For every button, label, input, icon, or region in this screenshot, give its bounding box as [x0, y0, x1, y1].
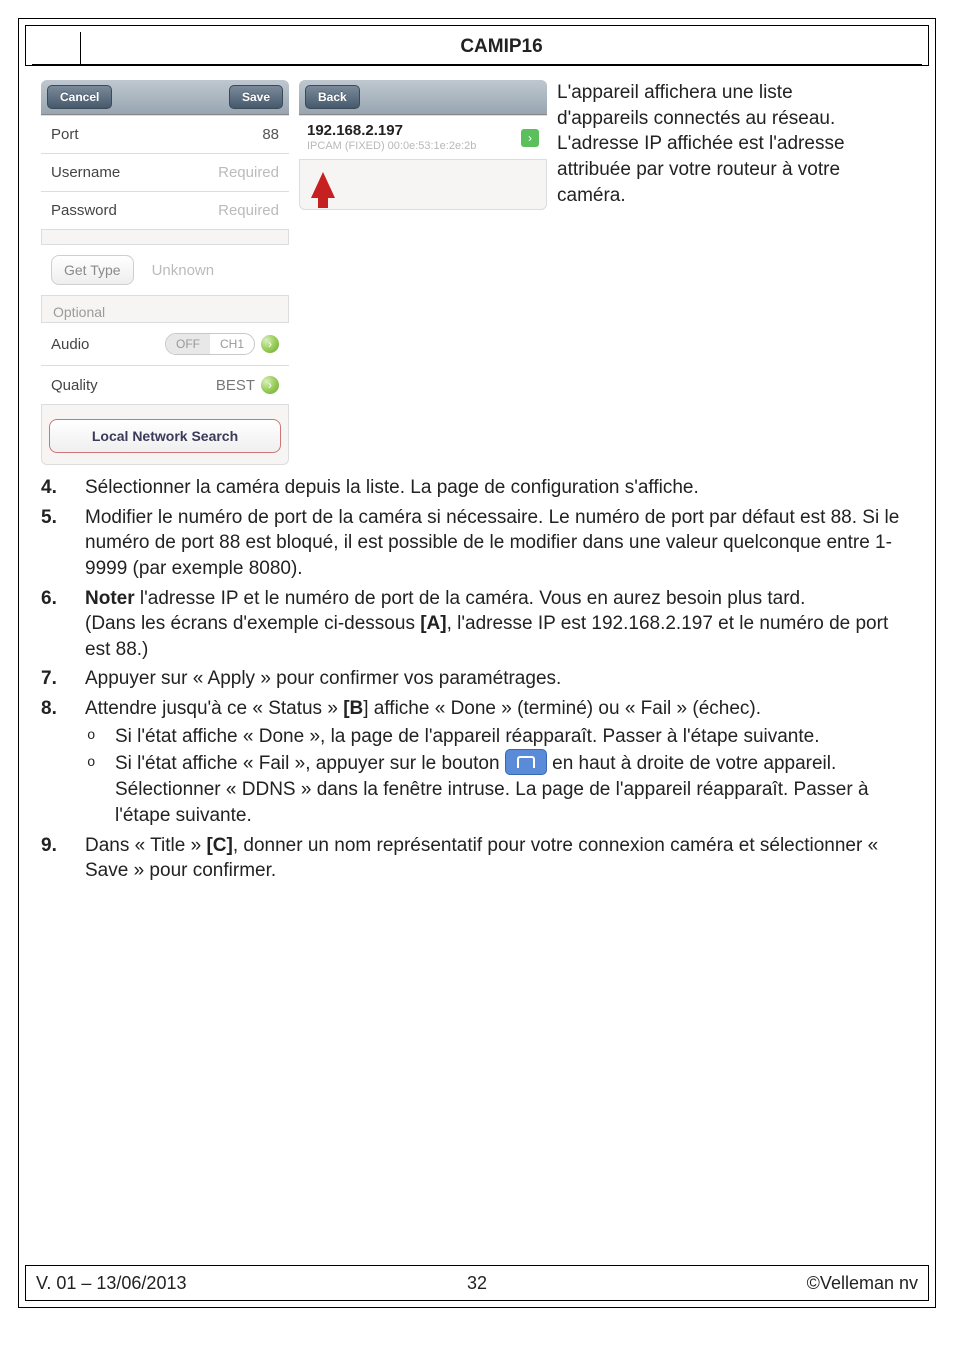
- device-ip: 192.168.2.197: [307, 122, 476, 140]
- chevron-right-icon[interactable]: ›: [261, 376, 279, 394]
- device-mac: IPCAM (FIXED) 00:0e:53:1e:2e:2b: [307, 140, 476, 153]
- get-type-button[interactable]: Get Type: [51, 255, 134, 285]
- intro-text: L'appareil affichera une liste d'apparei…: [557, 80, 887, 208]
- quality-value: BEST: [216, 377, 255, 394]
- local-network-search-button[interactable]: Local Network Search: [49, 419, 281, 453]
- optional-label: Optional: [41, 296, 289, 322]
- footer-page-number: 32: [467, 1273, 487, 1294]
- username-label: Username: [51, 164, 120, 181]
- password-label: Password: [51, 202, 117, 219]
- audio-segmented[interactable]: OFF CH1: [165, 333, 255, 355]
- cancel-button[interactable]: Cancel: [47, 85, 112, 109]
- get-type-value: Unknown: [152, 262, 215, 279]
- ddns-tool-icon: [505, 749, 547, 775]
- username-field[interactable]: Required: [218, 164, 279, 181]
- step-4: Sélectionner la caméra depuis la liste. …: [41, 475, 913, 501]
- header-spacer: [32, 32, 81, 64]
- port-label: Port: [51, 126, 79, 143]
- audio-label: Audio: [51, 336, 89, 353]
- port-value[interactable]: 88: [262, 126, 279, 143]
- step-5: Modifier le numéro de port de la caméra …: [41, 505, 913, 582]
- password-field[interactable]: Required: [218, 202, 279, 219]
- step-8-sub-2: Si l'état affiche « Fail », appuyer sur …: [85, 751, 913, 828]
- config-panel: Cancel Save Port 88 Username Required Pa…: [41, 80, 289, 465]
- step-8-sub-1: Si l'état affiche « Done », la page de l…: [85, 724, 913, 750]
- back-button[interactable]: Back: [305, 85, 360, 109]
- chevron-right-icon: ›: [521, 129, 539, 147]
- footer-version: V. 01 – 13/06/2013: [26, 1273, 467, 1294]
- step-6: Noter l'adresse IP et le numéro de port …: [41, 586, 913, 663]
- page-title: CAMIP16: [81, 32, 922, 64]
- footer-copyright: ©Velleman nv: [487, 1273, 928, 1294]
- arrow-up-icon: [311, 172, 335, 198]
- chevron-right-icon[interactable]: ›: [261, 335, 279, 353]
- device-row[interactable]: 192.168.2.197 IPCAM (FIXED) 00:0e:53:1e:…: [299, 115, 547, 160]
- footer: V. 01 – 13/06/2013 32 ©Velleman nv: [25, 1265, 929, 1301]
- save-button[interactable]: Save: [229, 85, 283, 109]
- step-9: Dans « Title » [C], donner un nom représ…: [41, 833, 913, 884]
- search-result-panel: Back 192.168.2.197 IPCAM (FIXED) 00:0e:5…: [299, 80, 547, 210]
- quality-label: Quality: [51, 377, 98, 394]
- step-7: Appuyer sur « Apply » pour confirmer vos…: [41, 666, 913, 692]
- step-8: Attendre jusqu'à ce « Status » [B] affic…: [41, 696, 913, 829]
